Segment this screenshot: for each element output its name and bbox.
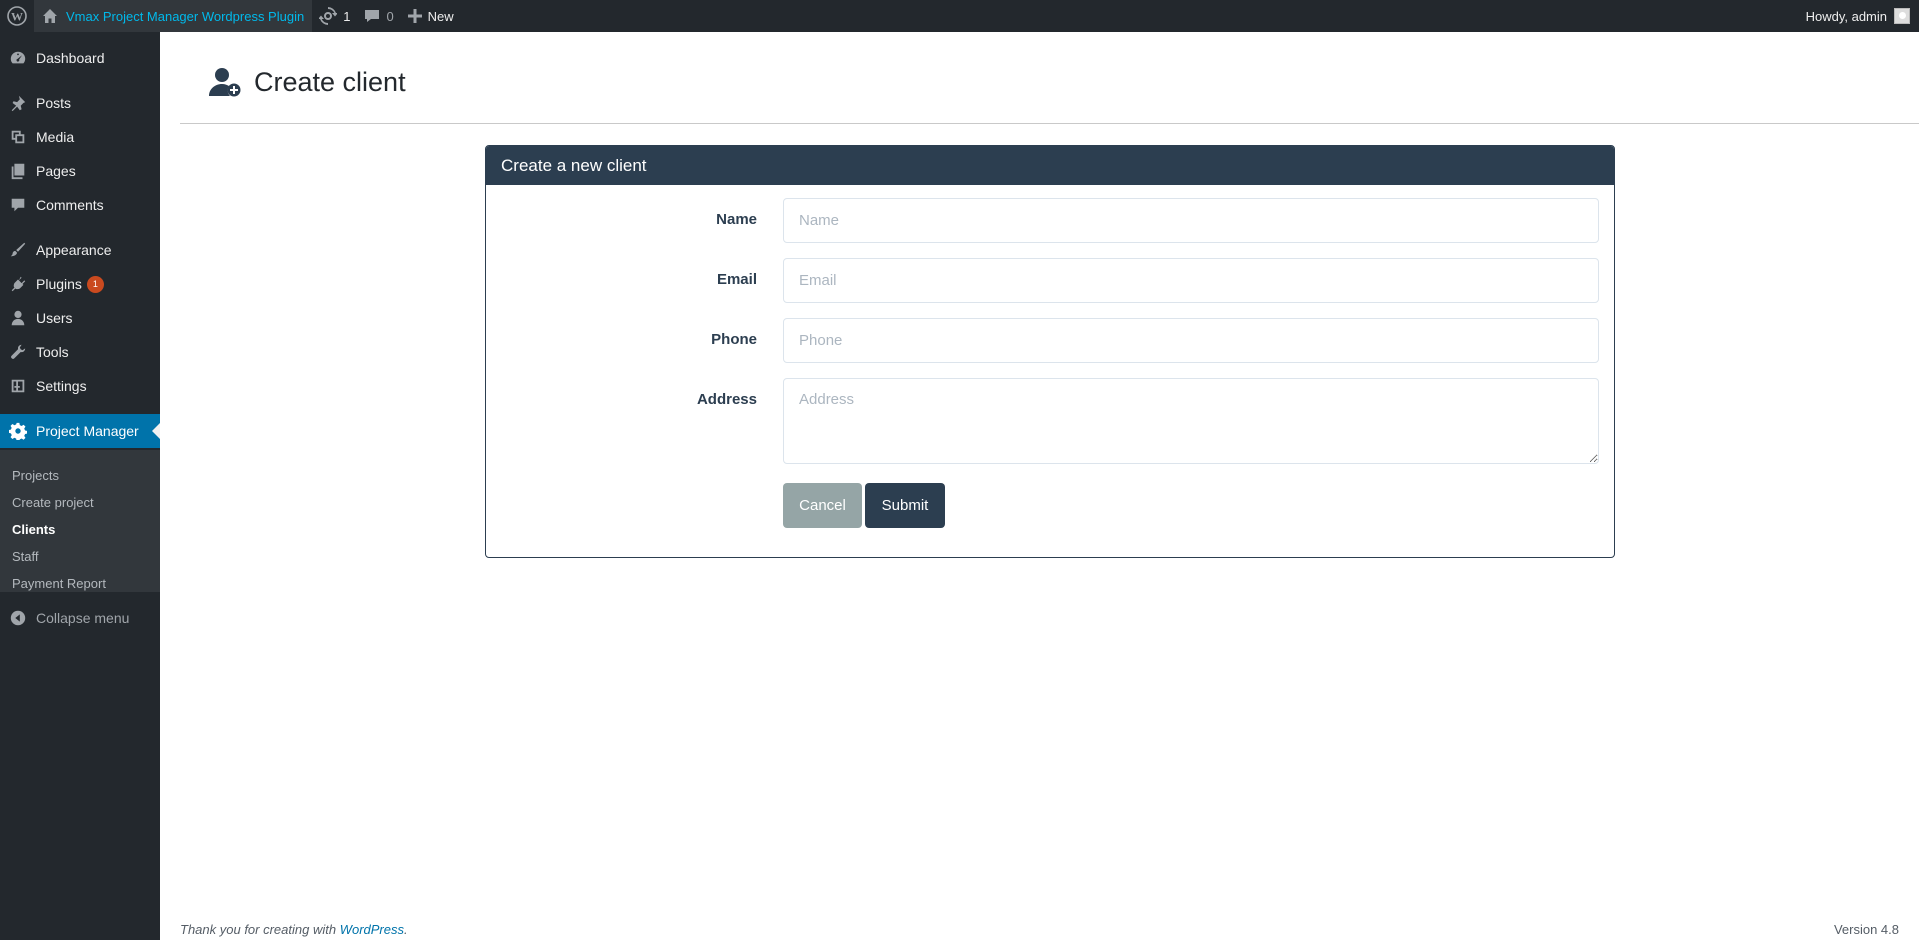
account-menu[interactable]: Howdy, admin — [1799, 0, 1919, 32]
updates-link[interactable]: 1 — [312, 0, 357, 32]
wrench-icon — [0, 343, 36, 361]
submit-button[interactable]: Submit — [865, 483, 945, 528]
sidebar-item-label: Appearance — [36, 242, 112, 258]
address-field[interactable] — [783, 378, 1599, 464]
pages-icon — [0, 162, 36, 180]
collapse-icon — [0, 609, 36, 627]
pin-icon — [0, 94, 36, 112]
sidebar-item-users[interactable]: Users — [0, 301, 160, 335]
email-label: Email — [716, 271, 757, 288]
page-title: Create client — [254, 66, 406, 97]
submenu-item-clients[interactable]: Clients — [0, 516, 160, 543]
gear-icon — [0, 422, 36, 440]
address-label: Address — [696, 391, 757, 408]
user-icon — [0, 309, 36, 327]
cancel-button[interactable]: Cancel — [783, 483, 862, 528]
sidebar-item-settings[interactable]: Settings — [0, 369, 160, 403]
new-label: New — [427, 8, 454, 24]
sidebar-item-media[interactable]: Media — [0, 120, 160, 154]
submenu-item-create-project[interactable]: Create project — [0, 489, 160, 516]
site-name-link[interactable]: Vmax Project Manager Wordpress Plugin — [34, 0, 313, 32]
sidebar-item-label: Pages — [36, 163, 76, 179]
sidebar-item-label: Dashboard — [36, 50, 105, 66]
add-user-icon — [209, 68, 241, 97]
howdy-text: Howdy, admin — [1805, 8, 1887, 24]
new-content-link[interactable]: New — [401, 0, 461, 32]
sidebar-item-label: Media — [36, 129, 75, 145]
submenu-item-payment-report[interactable]: Payment Report — [0, 570, 160, 597]
sidebar-item-comments[interactable]: Comments — [0, 188, 160, 222]
sidebar-item-plugins[interactable]: Plugins 1 — [0, 267, 160, 301]
submenu-item-projects[interactable]: Projects — [0, 462, 160, 489]
sidebar-item-label: Comments — [36, 197, 104, 213]
email-field[interactable] — [783, 258, 1599, 303]
updates-icon — [319, 7, 338, 25]
footer-version: Version 4.8 — [1833, 922, 1899, 937]
updates-count: 1 — [343, 8, 351, 24]
media-icon — [0, 128, 36, 146]
phone-label: Phone — [711, 331, 757, 348]
create-client-panel: Create a new client Name Email Phone Add… — [485, 145, 1615, 558]
comments-count: 0 — [386, 8, 394, 24]
comment-icon — [0, 196, 36, 214]
sidebar-item-appearance[interactable]: Appearance — [0, 233, 160, 267]
sidebar-item-dashboard[interactable]: Dashboard — [0, 41, 160, 75]
name-label: Name — [716, 211, 757, 228]
admin-bar: W Vmax Project Manager Wordpress Plugin … — [0, 0, 1919, 32]
sidebar-item-label: Posts — [36, 95, 72, 111]
avatar — [1894, 8, 1910, 24]
sidebar-item-label: Tools — [36, 344, 69, 360]
sidebar-item-tools[interactable]: Tools — [0, 335, 160, 369]
settings-icon — [0, 377, 36, 395]
sidebar-item-label: Users — [36, 310, 73, 326]
dashboard-icon — [0, 49, 36, 67]
admin-sidebar: Dashboard Posts Media Pages Comments App… — [0, 32, 160, 940]
comment-icon — [365, 10, 380, 22]
collapse-menu-label: Collapse menu — [36, 610, 130, 626]
footer-thanks-text: Thank you for creating with — [180, 922, 340, 937]
project-manager-submenu: Projects Create project Clients Staff Pa… — [0, 450, 160, 592]
submenu-item-staff[interactable]: Staff — [0, 543, 160, 570]
collapse-menu-button[interactable]: Collapse menu — [0, 601, 160, 635]
plug-icon — [0, 275, 36, 293]
sidebar-item-pages[interactable]: Pages — [0, 154, 160, 188]
brush-icon — [0, 241, 36, 259]
main-content: Create client Create a new client Name E… — [160, 32, 1919, 940]
footer-thanks: Thank you for creating with WordPress. — [180, 922, 408, 937]
site-name: Vmax Project Manager Wordpress Plugin — [66, 8, 305, 24]
phone-field[interactable] — [783, 318, 1599, 363]
home-icon — [43, 9, 57, 23]
header-divider — [180, 123, 1919, 124]
comments-link[interactable]: 0 — [357, 0, 400, 32]
plus-icon — [407, 9, 422, 23]
plugins-update-badge: 1 — [86, 275, 104, 293]
sidebar-item-label: Project Manager — [36, 423, 139, 439]
sidebar-item-label: Plugins — [36, 276, 82, 292]
page-header: Create client — [208, 65, 406, 99]
wordpress-logo-icon[interactable]: W — [0, 0, 34, 32]
name-field[interactable] — [783, 198, 1599, 243]
footer-thanks-suffix: . — [404, 922, 408, 937]
sidebar-item-project-manager[interactable]: Project Manager — [0, 414, 160, 448]
sidebar-item-label: Settings — [36, 378, 87, 394]
svg-text:W: W — [11, 10, 23, 24]
panel-heading: Create a new client — [486, 146, 1614, 185]
wordpress-link[interactable]: WordPress — [340, 922, 404, 937]
sidebar-item-posts[interactable]: Posts — [0, 86, 160, 120]
